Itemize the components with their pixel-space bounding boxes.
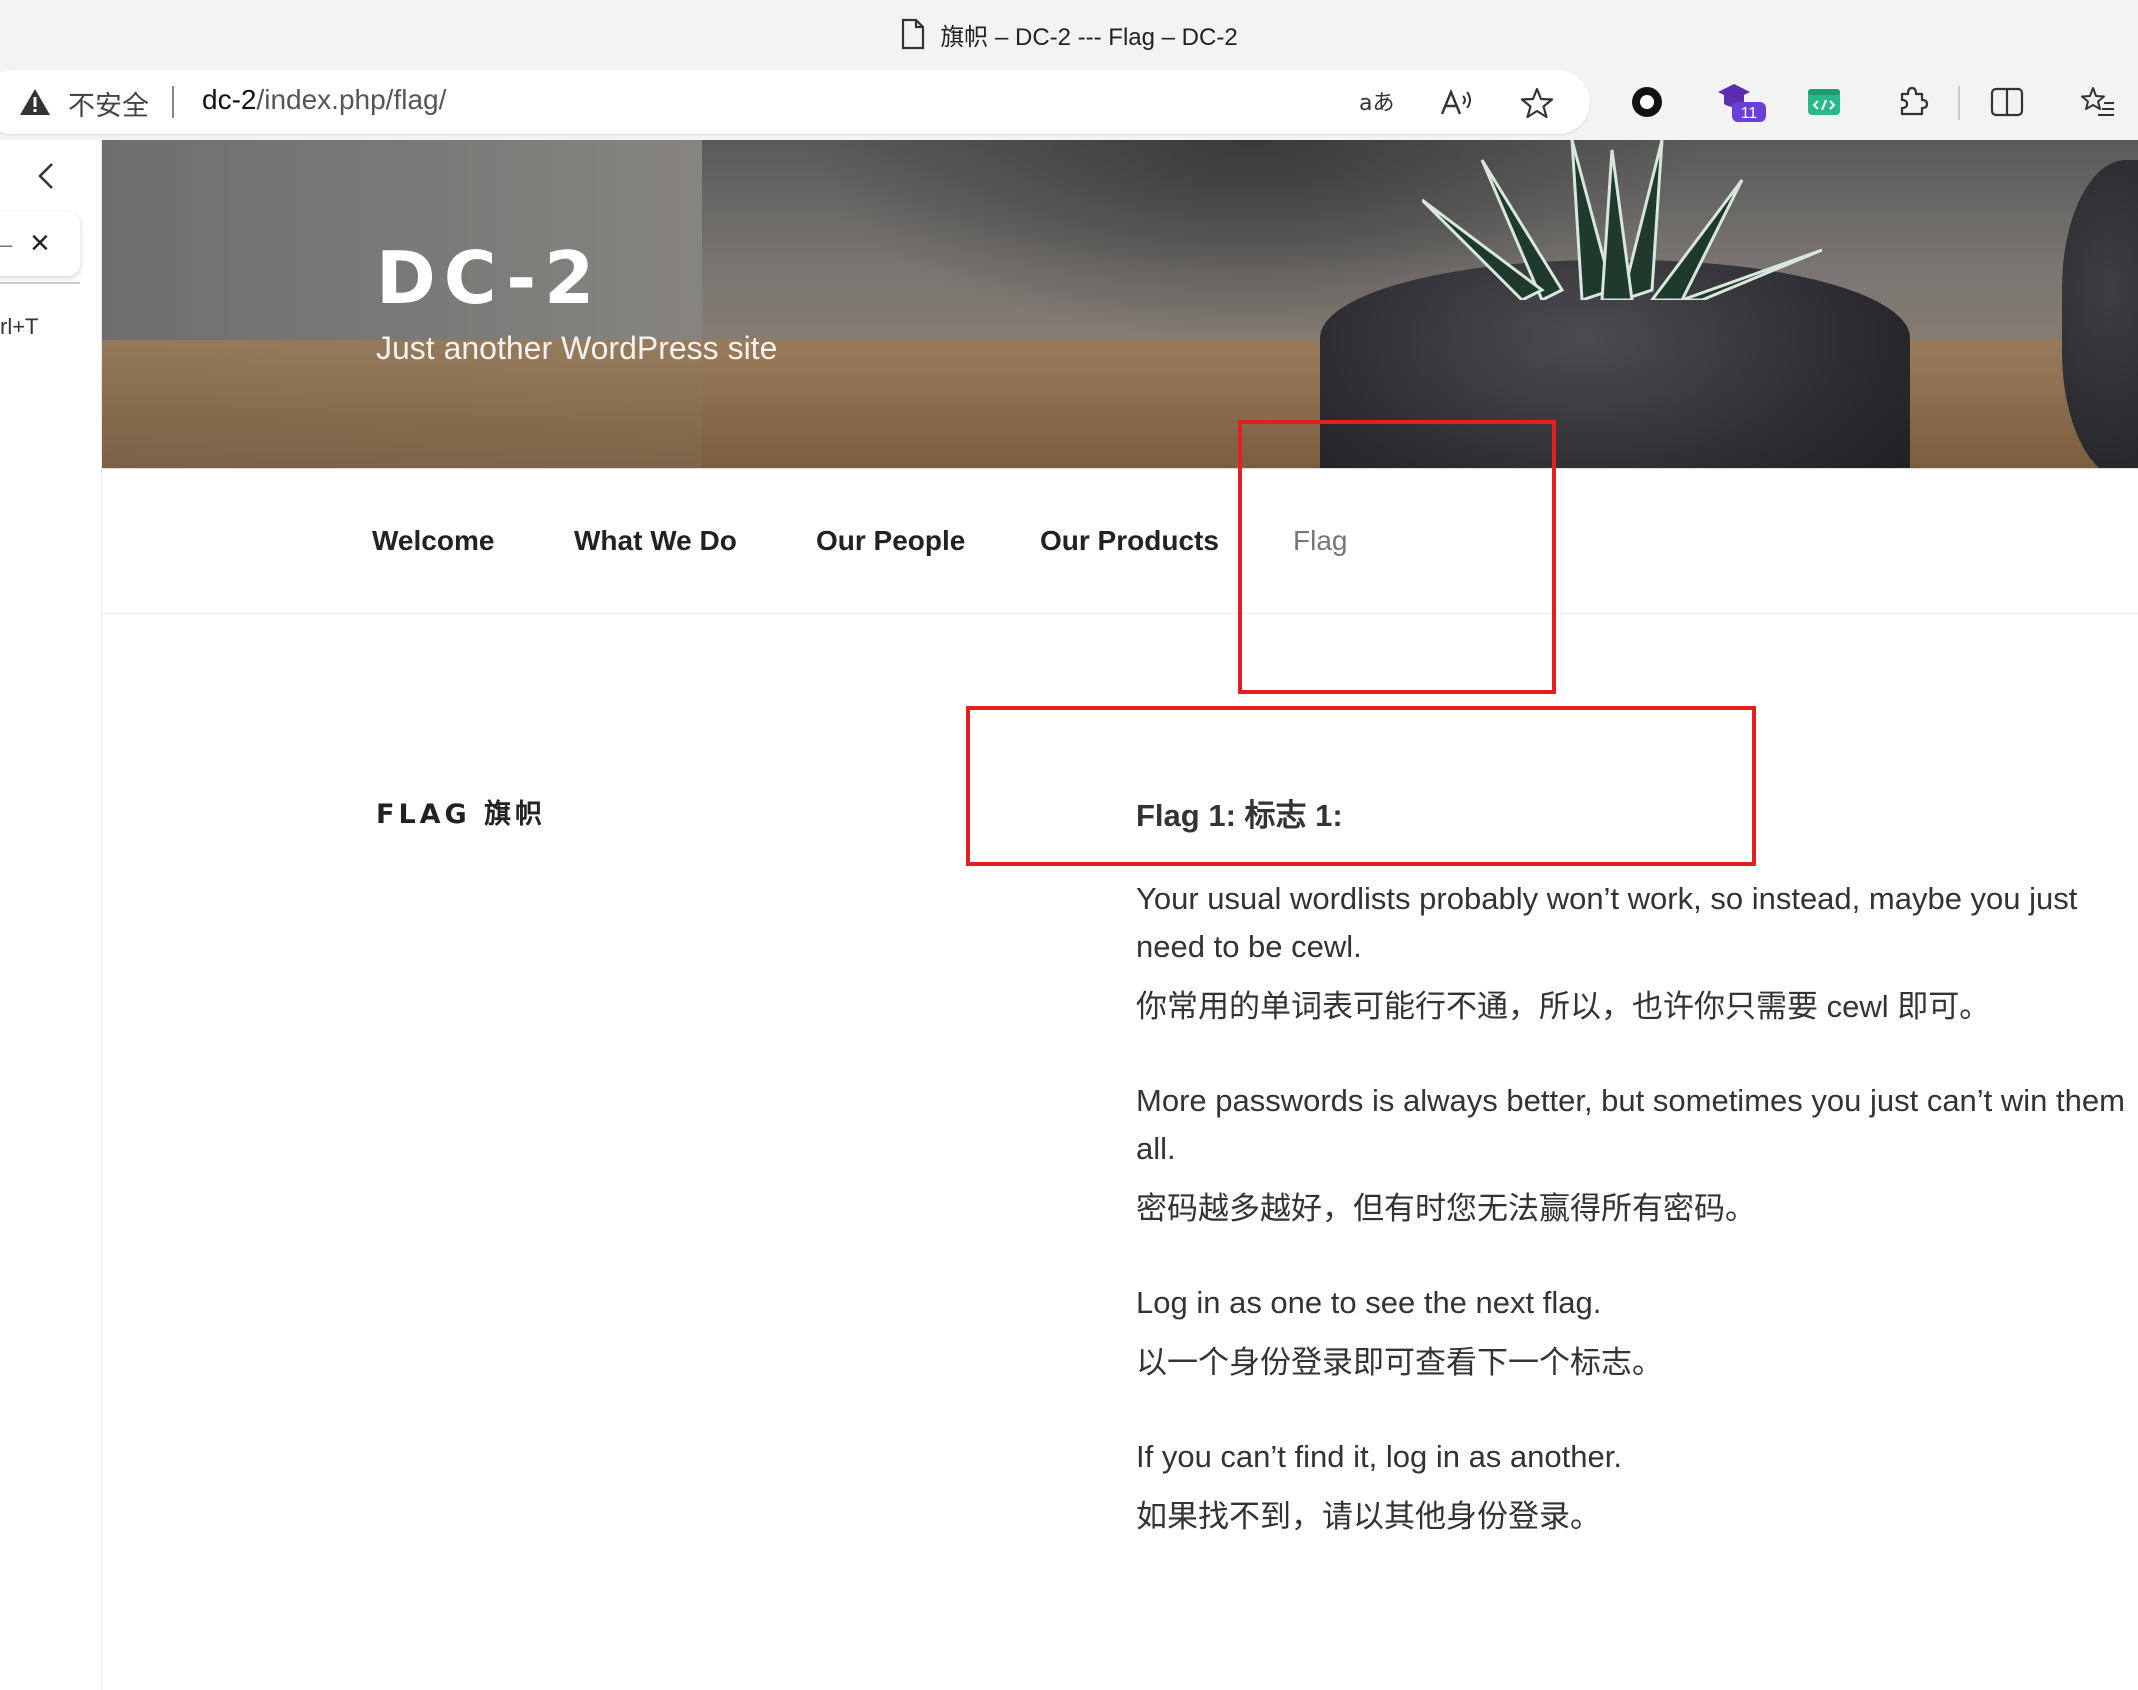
dev-tools-extension-icon[interactable] xyxy=(1804,82,1844,122)
paragraph-en: If you can’t find it, log in as another. xyxy=(1136,1439,1622,1474)
extensions-puzzle-icon[interactable] xyxy=(1892,82,1932,122)
entry-content: Flag 1: 标志 1: Your usual wordlists proba… xyxy=(1136,790,2138,1587)
tab-title: 旗帜 – DC-2 --- Flag – DC-2 xyxy=(940,23,1238,51)
paragraph-zh: 以一个身份登录即可查看下一个标志。 xyxy=(1136,1345,1663,1380)
paragraph-zh: 密码越多越好，但有时您无法赢得所有密码。 xyxy=(1136,1191,1756,1226)
page-title: FLAG 旗帜 xyxy=(376,799,547,830)
graduation-cap-extension-icon[interactable]: 11 xyxy=(1714,82,1770,122)
new-tab-shortcut: rl+T xyxy=(0,314,39,339)
toolbar-separator xyxy=(1958,86,1960,120)
nav-item-our-products[interactable]: Our Products xyxy=(1040,525,1219,557)
annotation-box-nav-flag xyxy=(1238,420,1556,694)
split-screen-icon[interactable] xyxy=(1987,82,2027,122)
tab-divider xyxy=(0,282,80,284)
svg-text:aあ: aあ xyxy=(1359,91,1394,116)
nav-item-what-we-do[interactable]: What We Do xyxy=(574,525,737,557)
extension-badge: 11 xyxy=(1741,105,1758,122)
address-separator xyxy=(172,86,174,118)
annotation-box-flag-heading xyxy=(966,706,1756,866)
tab-favicon: – xyxy=(0,232,13,257)
window-titlebar: 旗帜 – DC-2 --- Flag – DC-2 xyxy=(0,0,2138,68)
paragraph-en: Your usual wordlists probably won’t work… xyxy=(1136,881,2078,964)
favorites-list-icon[interactable] xyxy=(2078,82,2118,122)
favorite-star-icon[interactable] xyxy=(1518,84,1556,122)
url-host: dc-2 xyxy=(202,84,257,115)
record-extension-icon[interactable] xyxy=(1627,82,1667,122)
url-path: /index.php/flag/ xyxy=(256,84,447,115)
site-title[interactable]: DC-2 xyxy=(376,236,602,320)
vertical-tab[interactable]: – × xyxy=(0,212,80,276)
paragraph-en: Log in as one to see the next flag. xyxy=(1136,1285,1602,1320)
nav-item-our-people[interactable]: Our People xyxy=(816,525,965,557)
translate-icon[interactable]: aあ xyxy=(1358,84,1396,122)
window-title: 旗帜 – DC-2 --- Flag – DC-2 xyxy=(0,14,2138,54)
main-navigation: Welcome What We Do Our People Our Produc… xyxy=(102,468,2138,614)
close-icon[interactable]: × xyxy=(30,224,50,263)
nav-item-welcome[interactable]: Welcome xyxy=(372,525,494,557)
paragraph-en: More passwords is always better, but som… xyxy=(1136,1083,2125,1166)
url-text[interactable]: dc-2/index.php/flag/ xyxy=(202,84,446,116)
site-description: Just another WordPress site xyxy=(376,330,778,366)
vertical-tabs-panel xyxy=(0,140,102,1690)
warning-icon[interactable] xyxy=(18,86,52,118)
address-bar[interactable]: 不安全 dc-2/index.php/flag/ aあ xyxy=(0,70,1590,134)
paragraph-zh: 如果找不到，请以其他身份登录。 xyxy=(1136,1499,1601,1534)
paragraph-zh: 你常用的单词表可能行不通，所以，也许你只需要 cewl 即可。 xyxy=(1136,989,1991,1024)
security-label[interactable]: 不安全 xyxy=(68,84,149,123)
document-icon xyxy=(902,18,925,50)
chevron-left-icon[interactable] xyxy=(32,160,62,192)
plant-image xyxy=(1422,140,1822,300)
read-aloud-icon[interactable] xyxy=(1438,84,1476,122)
